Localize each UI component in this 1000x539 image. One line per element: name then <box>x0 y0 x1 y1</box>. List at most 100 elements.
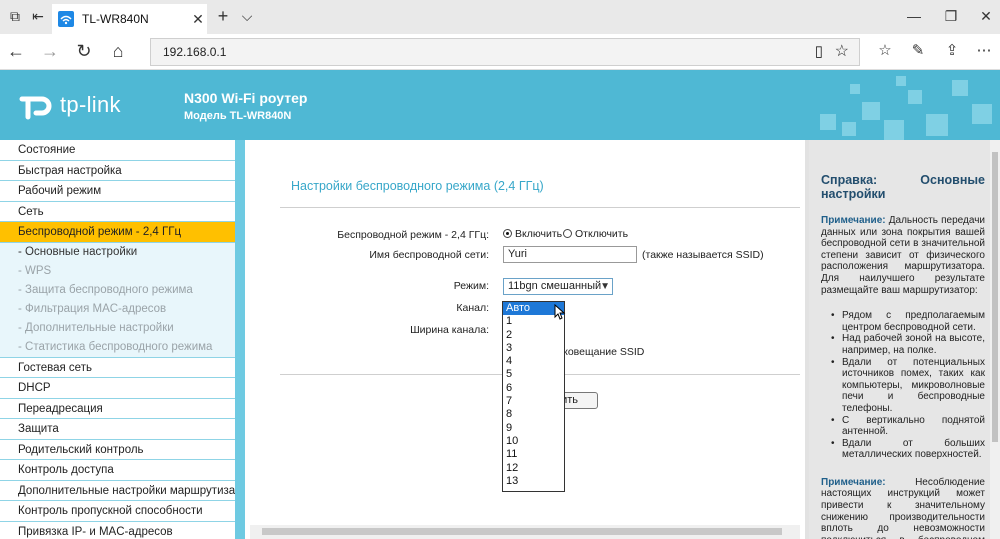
wireless-mode-label: Беспроводной режим - 2,4 ГГц: <box>337 229 489 241</box>
sidebar-subitem-mac-filtering[interactable]: - Фильтрация MAC-адресов <box>0 300 235 320</box>
channel-option-7[interactable]: 7 <box>503 395 564 408</box>
ssid-input[interactable]: Yuri <box>503 246 637 263</box>
page-title: Настройки беспроводного режима (2,4 ГГц) <box>291 179 544 193</box>
reading-view-icon[interactable]: ▯ <box>815 42 823 60</box>
help-bullet: Рядом с предполагаемым центром беспровод… <box>831 310 985 333</box>
minimize-button[interactable]: — <box>903 6 925 26</box>
help-note-1-text: Дальность передачи данных или зона покры… <box>821 215 985 296</box>
note-label: Примечание: <box>821 476 886 488</box>
close-window-button[interactable]: ✕ <box>975 6 997 26</box>
browser-tab[interactable]: TL-WR840N ✕ <box>52 4 207 34</box>
browser-tab-bar: ⧉ ⇤ TL-WR840N ✕ + ⌵ — ❐ ✕ <box>0 0 1000 34</box>
model-name: Модель TL-WR840N <box>184 110 292 122</box>
divider <box>280 207 800 208</box>
scrollbar-thumb[interactable] <box>992 152 998 442</box>
radio-disable[interactable]: Отключить <box>563 228 628 240</box>
help-title: Справка: Основные настройки <box>821 173 985 201</box>
sidebar-subitem-wps[interactable]: - WPS <box>0 261 235 281</box>
home-icon[interactable]: ⌂ <box>106 40 130 62</box>
sidebar-item-status[interactable]: Состояние <box>0 140 235 161</box>
radio-disable-label: Отключить <box>575 228 629 240</box>
maximize-button[interactable]: ❐ <box>940 6 962 26</box>
product-name: N300 Wi-Fi роутер <box>184 90 308 106</box>
favorite-star-icon[interactable]: ☆ <box>835 41 849 61</box>
help-bullet: Над рабочей зоной на высоте, например, н… <box>831 333 985 356</box>
tab-favicon-icon <box>58 11 74 27</box>
note-label: Примечание: <box>821 215 886 226</box>
channel-option-9[interactable]: 9 <box>503 422 564 435</box>
sidebar-item-parental-control[interactable]: Родительский контроль <box>0 440 235 461</box>
more-menu-icon[interactable]: ⋯ <box>972 40 996 62</box>
channel-option-11[interactable]: 11 <box>503 448 564 461</box>
tab-close-icon[interactable]: ✕ <box>189 11 207 28</box>
mouse-cursor-icon <box>554 304 566 320</box>
sidebar-item-operation-mode[interactable]: Рабочий режим <box>0 181 235 202</box>
sidebar-item-access-control[interactable]: Контроль доступа <box>0 460 235 481</box>
ssid-hint: (также называется SSID) <box>642 249 764 261</box>
address-bar[interactable]: 192.168.0.1 ▯ ☆ <box>150 38 860 66</box>
chevron-down-icon: ▼ <box>600 281 610 292</box>
sidebar-item-advanced-routing[interactable]: Дополнительные настройки маршрутизац <box>0 481 235 502</box>
sidebar-item-ip-mac-binding[interactable]: Привязка IP- и MAC-адресов <box>0 522 235 539</box>
help-note-2: Примечание: Несоблюдение настоящих инстр… <box>821 477 985 539</box>
web-notes-icon[interactable]: ✎ <box>906 40 930 62</box>
logo-text: tp-link <box>60 92 121 117</box>
tab-actions-icon[interactable]: ⧉ <box>4 6 26 26</box>
sidebar-scrollbar[interactable] <box>235 140 245 539</box>
sidebar-subitem-wireless-security[interactable]: - Защита беспроводного режима <box>0 280 235 301</box>
main-horizontal-scrollbar[interactable] <box>250 525 800 539</box>
channel-option-3[interactable]: 3 <box>503 342 564 355</box>
favorites-hub-icon[interactable]: ☆ <box>873 40 897 62</box>
address-url[interactable]: 192.168.0.1 <box>163 45 226 59</box>
channel-option-4[interactable]: 4 <box>503 355 564 368</box>
mode-select-value: 11bgn смешанный <box>508 280 602 292</box>
channel-option-8[interactable]: 8 <box>503 408 564 421</box>
router-header: tp-link N300 Wi-Fi роутер Модель TL-WR84… <box>0 70 1000 140</box>
sidebar-item-security[interactable]: Защита <box>0 419 235 440</box>
sidebar-menu: Состояние Быстрая настройка Рабочий режи… <box>0 140 235 539</box>
radio-disable-dot[interactable] <box>563 229 572 238</box>
sidebar-item-forwarding[interactable]: Переадресация <box>0 399 235 420</box>
channel-width-label: Ширина канала: <box>410 324 489 336</box>
radio-enable-label: Включить <box>515 228 563 240</box>
channel-dropdown[interactable]: Авто 1 2 3 4 5 6 7 8 9 10 11 12 13 <box>502 301 565 492</box>
forward-icon[interactable]: → <box>38 40 62 62</box>
sidebar-item-bandwidth-control[interactable]: Контроль пропускной способности <box>0 501 235 522</box>
sidebar-item-dhcp[interactable]: DHCP <box>0 378 235 399</box>
channel-option-2[interactable]: 2 <box>503 329 564 342</box>
mode-label: Режим: <box>453 280 489 292</box>
sidebar-subitem-statistics[interactable]: - Статистика беспроводного режима <box>0 338 235 358</box>
channel-option-5[interactable]: 5 <box>503 368 564 381</box>
main-content: Настройки беспроводного режима (2,4 ГГц)… <box>245 140 805 539</box>
sidebar-item-quick-setup[interactable]: Быстрая настройка <box>0 161 235 181</box>
help-bullet: Вдали от потенциальных источников помех,… <box>831 357 985 415</box>
refresh-icon[interactable]: ↻ <box>72 40 96 62</box>
sidebar-subitem-advanced[interactable]: - Дополнительные настройки <box>0 319 235 339</box>
radio-enable[interactable]: Включить <box>503 228 562 240</box>
help-scrollbar[interactable] <box>990 140 1000 539</box>
tab-list-icon[interactable]: ⌵ <box>236 6 258 26</box>
channel-option-12[interactable]: 12 <box>503 462 564 475</box>
help-bullet: Вдали от больших металлических поверхнос… <box>831 438 985 461</box>
sidebar-item-wireless-24[interactable]: Беспроводной режим - 2,4 ГГц <box>0 222 235 243</box>
sidebar-subitem-basic-settings[interactable]: - Основные настройки <box>0 242 235 262</box>
channel-option-10[interactable]: 10 <box>503 435 564 448</box>
radio-enable-dot[interactable] <box>503 229 512 238</box>
new-tab-button[interactable]: + <box>212 6 234 26</box>
sidebar-item-network[interactable]: Сеть <box>0 202 235 222</box>
share-icon[interactable]: ⇪ <box>940 40 964 62</box>
help-panel: Справка: Основные настройки Примечание: … <box>809 140 990 539</box>
mode-select[interactable]: 11bgn смешанный ▼ <box>503 278 613 295</box>
browser-nav-bar: ← → ↻ ⌂ 192.168.0.1 ▯ ☆ ☆ ✎ ⇪ ⋯ <box>0 34 1000 70</box>
back-icon[interactable]: ← <box>4 40 28 62</box>
tab-title: TL-WR840N <box>82 12 149 26</box>
set-aside-tabs-icon[interactable]: ⇤ <box>27 6 49 26</box>
channel-option-13[interactable]: 13 <box>503 475 564 488</box>
help-note-1: Примечание: Дальность передачи данных ил… <box>821 215 985 296</box>
channel-option-6[interactable]: 6 <box>503 382 564 395</box>
scrollbar-thumb[interactable] <box>262 528 782 535</box>
help-bullet-list: Рядом с предполагаемым центром беспровод… <box>831 310 985 461</box>
ssid-label: Имя беспроводной сети: <box>369 249 489 261</box>
sidebar-item-guest-network[interactable]: Гостевая сеть <box>0 358 235 379</box>
tp-link-logo: tp-link <box>18 87 121 123</box>
